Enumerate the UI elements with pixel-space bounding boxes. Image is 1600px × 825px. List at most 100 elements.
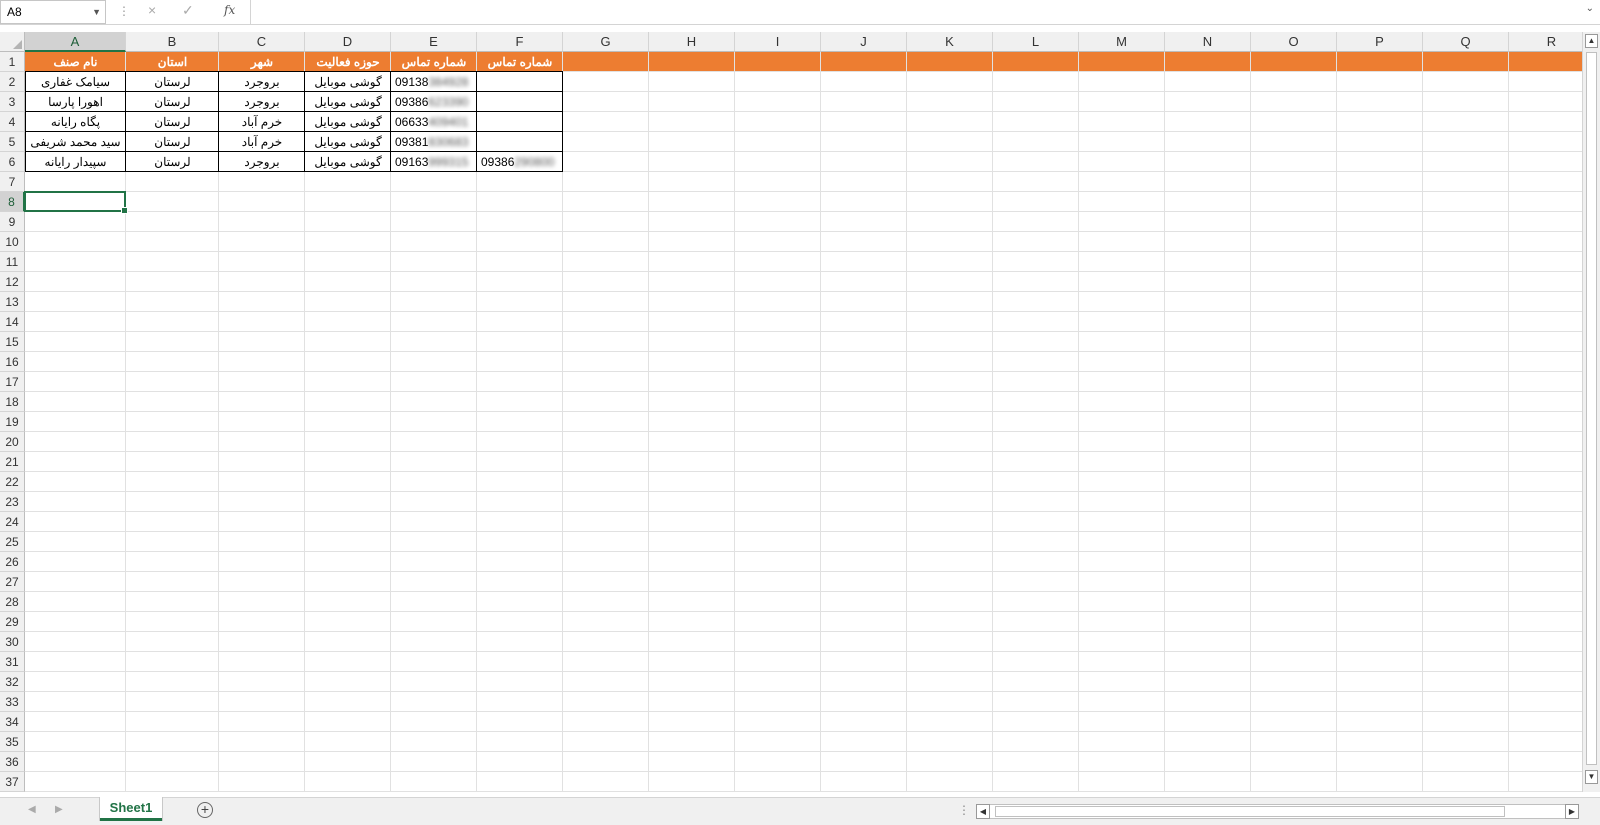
row-header-24[interactable]: 24 xyxy=(0,512,25,532)
column-header-o[interactable]: O xyxy=(1251,32,1337,52)
row-header-31[interactable]: 31 xyxy=(0,652,25,672)
row-header-2[interactable]: 2 xyxy=(0,72,25,92)
row-header-11[interactable]: 11 xyxy=(0,252,25,272)
vertical-scrollbar[interactable]: ▲ ▼ xyxy=(1582,32,1600,792)
column-header-a[interactable]: A xyxy=(25,32,126,52)
data-cell[interactable]: بروجرد xyxy=(219,152,305,172)
phone-cell[interactable]: 06633409401 xyxy=(391,112,477,132)
data-cell[interactable]: لرستان xyxy=(126,92,219,112)
horizontal-scrollbar[interactable]: ◀ ▶ xyxy=(976,804,1579,819)
data-cell[interactable]: پگاه رایانه xyxy=(25,112,126,132)
phone-cell[interactable]: 09381830683 xyxy=(391,132,477,152)
phone-cell[interactable]: 09386290800 xyxy=(477,152,563,172)
column-header-e[interactable]: E xyxy=(391,32,477,52)
add-sheet-button[interactable]: + xyxy=(197,802,213,818)
data-cell[interactable]: بروجرد xyxy=(219,92,305,112)
scroll-down-icon[interactable]: ▼ xyxy=(1585,770,1598,784)
data-cell[interactable]: لرستان xyxy=(126,152,219,172)
row-header-33[interactable]: 33 xyxy=(0,692,25,712)
drag-handle-icon[interactable]: ⋮ xyxy=(118,4,130,18)
data-cell[interactable]: لرستان xyxy=(126,112,219,132)
column-header-r[interactable]: R xyxy=(1509,32,1582,52)
header-cell[interactable]: شهر xyxy=(219,52,305,72)
row-header-18[interactable]: 18 xyxy=(0,392,25,412)
row-header-21[interactable]: 21 xyxy=(0,452,25,472)
row-header-10[interactable]: 10 xyxy=(0,232,25,252)
row-header-17[interactable]: 17 xyxy=(0,372,25,392)
header-cell[interactable]: استان xyxy=(126,52,219,72)
column-header-j[interactable]: J xyxy=(821,32,907,52)
phone-cell[interactable]: 09386623390 xyxy=(391,92,477,112)
column-header-h[interactable]: H xyxy=(649,32,735,52)
phone-cell[interactable] xyxy=(477,72,563,92)
data-cell[interactable]: سیامک غفاری xyxy=(25,72,126,92)
scroll-up-icon[interactable]: ▲ xyxy=(1585,34,1598,48)
row-header-8[interactable]: 8 xyxy=(0,192,25,212)
row-header-29[interactable]: 29 xyxy=(0,612,25,632)
name-box[interactable]: A8 ▼ xyxy=(0,0,106,24)
column-header-f[interactable]: F xyxy=(477,32,563,52)
phone-cell[interactable] xyxy=(477,112,563,132)
row-header-14[interactable]: 14 xyxy=(0,312,25,332)
data-cell[interactable]: اهورا پارسا xyxy=(25,92,126,112)
phone-cell[interactable]: 09163999315 xyxy=(391,152,477,172)
insert-function-button[interactable]: fx xyxy=(224,3,235,17)
chevron-down-icon[interactable]: ▼ xyxy=(92,1,101,23)
row-header-35[interactable]: 35 xyxy=(0,732,25,752)
splitter-handle-icon[interactable]: ⋮ xyxy=(958,803,970,817)
column-header-k[interactable]: K xyxy=(907,32,993,52)
row-header-34[interactable]: 34 xyxy=(0,712,25,732)
active-cell[interactable] xyxy=(24,191,128,214)
row-header-27[interactable]: 27 xyxy=(0,572,25,592)
header-cell[interactable]: حوزه فعالیت xyxy=(305,52,391,72)
data-cell[interactable]: سپیدار رایانه xyxy=(25,152,126,172)
header-cell[interactable]: شماره تماس xyxy=(477,52,563,72)
header-cell[interactable]: شماره تماس xyxy=(391,52,477,72)
row-header-16[interactable]: 16 xyxy=(0,352,25,372)
row-header-1[interactable]: 1 xyxy=(0,52,25,72)
column-header-d[interactable]: D xyxy=(305,32,391,52)
column-header-l[interactable]: L xyxy=(993,32,1079,52)
row-header-19[interactable]: 19 xyxy=(0,412,25,432)
row-header-7[interactable]: 7 xyxy=(0,172,25,192)
data-cell[interactable]: گوشی موبایل xyxy=(305,72,391,92)
expand-formula-bar-icon[interactable]: ⌄ xyxy=(1586,3,1594,14)
row-header-22[interactable]: 22 xyxy=(0,472,25,492)
data-cell[interactable]: گوشی موبایل xyxy=(305,112,391,132)
enter-icon[interactable]: ✓ xyxy=(182,2,194,19)
select-all-button[interactable] xyxy=(0,32,25,52)
data-cell[interactable]: گوشی موبایل xyxy=(305,92,391,112)
row-header-9[interactable]: 9 xyxy=(0,212,25,232)
data-cell[interactable]: سید محمد شریفی xyxy=(25,132,126,152)
row-header-15[interactable]: 15 xyxy=(0,332,25,352)
row-header-20[interactable]: 20 xyxy=(0,432,25,452)
column-header-g[interactable]: G xyxy=(563,32,649,52)
row-header-5[interactable]: 5 xyxy=(0,132,25,152)
data-cell[interactable]: لرستان xyxy=(126,72,219,92)
vertical-scroll-thumb[interactable] xyxy=(1586,52,1597,765)
column-header-n[interactable]: N xyxy=(1165,32,1251,52)
row-header-23[interactable]: 23 xyxy=(0,492,25,512)
row-header-28[interactable]: 28 xyxy=(0,592,25,612)
row-header-30[interactable]: 30 xyxy=(0,632,25,652)
row-header-6[interactable]: 6 xyxy=(0,152,25,172)
row-header-26[interactable]: 26 xyxy=(0,552,25,572)
row-header-36[interactable]: 36 xyxy=(0,752,25,772)
row-header-4[interactable]: 4 xyxy=(0,112,25,132)
worksheet-grid[interactable]: ABCDEFGHIJKLMNOPQR 1 2 3 4 5 6 7 8 9 10 11 12 13 14 15… xyxy=(0,32,1582,792)
row-header-3[interactable]: 3 xyxy=(0,92,25,112)
cancel-icon[interactable]: × xyxy=(148,2,156,18)
data-cell[interactable]: بروجرد xyxy=(219,72,305,92)
column-header-c[interactable]: C xyxy=(219,32,305,52)
data-cell[interactable]: لرستان xyxy=(126,132,219,152)
column-header-i[interactable]: I xyxy=(735,32,821,52)
data-cell[interactable]: گوشی موبایل xyxy=(305,132,391,152)
row-header-37[interactable]: 37 xyxy=(0,772,25,792)
next-sheet-icon[interactable]: ▶ xyxy=(55,804,63,815)
data-cell[interactable]: گوشی موبایل xyxy=(305,152,391,172)
row-header-12[interactable]: 12 xyxy=(0,272,25,292)
horizontal-scroll-thumb[interactable] xyxy=(995,806,1505,817)
sheet-tab-sheet1[interactable]: Sheet1 xyxy=(100,797,162,821)
column-header-m[interactable]: M xyxy=(1079,32,1165,52)
column-header-b[interactable]: B xyxy=(126,32,219,52)
